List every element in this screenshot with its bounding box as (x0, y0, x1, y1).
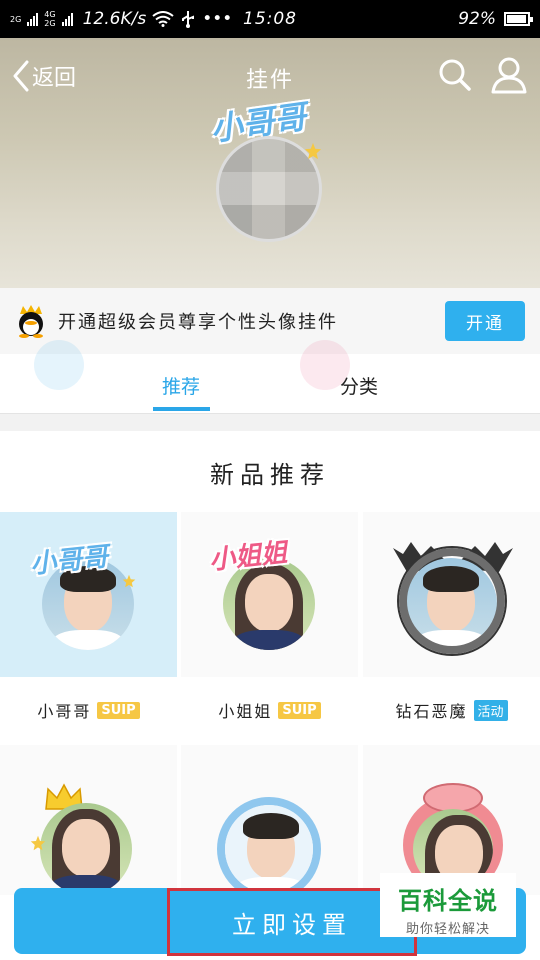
watermark-subtitle: 助你轻松解决 (405, 922, 490, 937)
pendant-label-row: 小哥哥 SUIP (0, 677, 177, 743)
user-icon[interactable] (490, 56, 528, 94)
section-divider (0, 414, 540, 431)
avatar (225, 805, 313, 893)
event-badge: 活动 (473, 699, 508, 721)
star-icon (122, 574, 136, 588)
battery-icon (504, 12, 533, 26)
star-icon (30, 835, 46, 851)
active-tab-indicator (153, 407, 210, 411)
pendant-item-crown[interactable] (0, 745, 177, 895)
suip-badge: SUIP (97, 701, 140, 719)
battery-percent: 92% (458, 9, 496, 29)
pendant-name: 小姐姐 (218, 702, 273, 721)
demon-frame (399, 548, 505, 654)
search-icon[interactable] (438, 58, 472, 92)
pendant-item-astronaut[interactable] (181, 745, 358, 901)
battery-group: 92% (458, 9, 533, 29)
pendant-preview: 小哥哥 (200, 97, 340, 248)
tab-category[interactable]: 分类 (340, 372, 378, 399)
pendant-item-diamond-demon[interactable] (363, 512, 540, 677)
pendant-label-row: 小姐姐 SUIP (181, 677, 358, 743)
star-icon (304, 142, 322, 160)
watermark-logo: 百科全说 助你轻松解决 (380, 873, 516, 937)
pendant-name: 小哥哥 (37, 702, 92, 721)
open-vip-button[interactable]: 开通 (445, 301, 525, 341)
pendant-item-xiaojiejie[interactable]: 小姐姐 (181, 512, 358, 677)
vip-promo-text: 开通超级会员尊享个性头像挂件 (58, 312, 338, 333)
suip-badge: SUIP (278, 701, 321, 719)
section-title: 新品推荐 (210, 461, 330, 489)
watermark-title: 百科全说 (398, 887, 498, 915)
pendant-name: 钻石恶魔 (395, 702, 468, 721)
header-preview: 返回 挂件 小哥哥 (0, 38, 540, 288)
pendant-label-row: 钻石恶魔 活动 (363, 677, 540, 743)
faded-icon-left (34, 340, 84, 390)
avatar (40, 803, 132, 895)
qq-penguin-icon (19, 305, 43, 338)
tab-bar: 推荐 分类 (0, 340, 540, 414)
tab-recommended[interactable]: 推荐 (162, 372, 200, 399)
status-bar: 2G 4G 2G 12.6K/s ••• 15:08 92% (0, 0, 540, 38)
vip-promo-banner: 开通超级会员尊享个性头像挂件 开通 (0, 288, 540, 354)
pendant-item-xiaogege[interactable]: 小哥哥 (0, 512, 177, 677)
